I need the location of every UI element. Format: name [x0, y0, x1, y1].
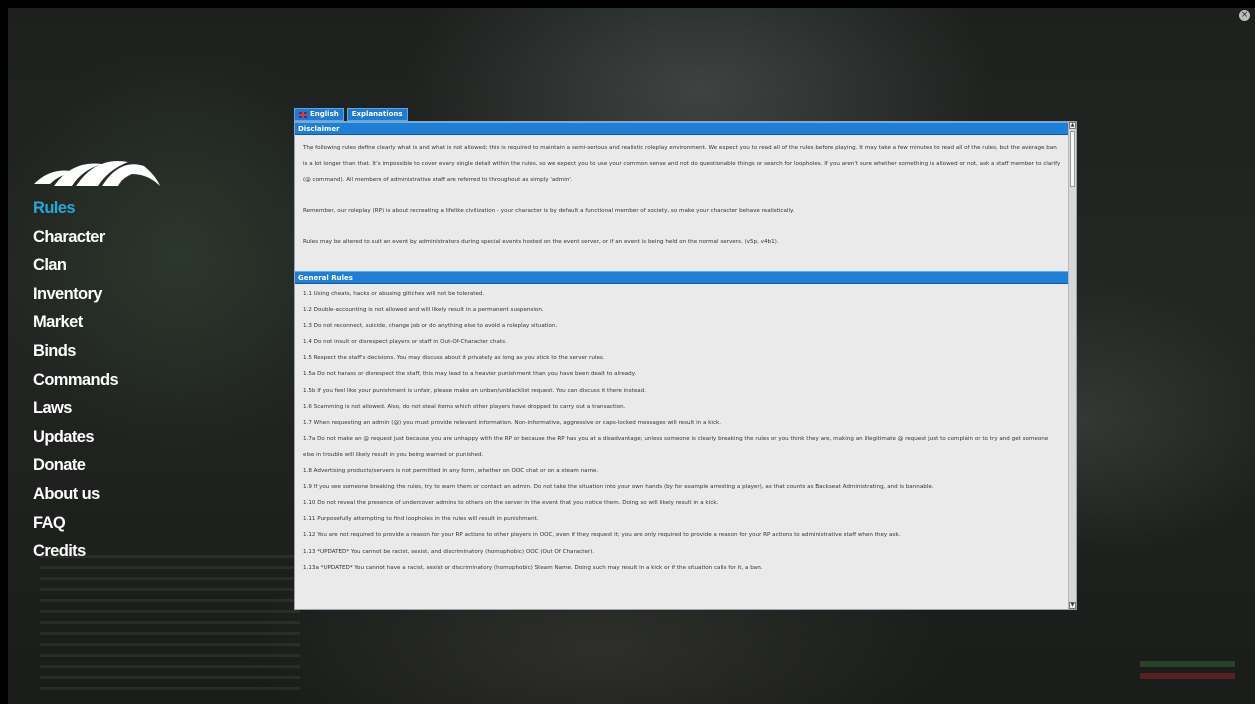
- rule-item: 1.5a Do not harass or disrespect the sta…: [303, 371, 637, 378]
- section-header-general-rules: General Rules: [295, 271, 1069, 284]
- rule-item: 1.2 Double-accounting is not allowed and…: [303, 307, 544, 314]
- rule-item: 1.10 Do not reveal the presence of under…: [303, 500, 719, 507]
- letterbox-left: [0, 0, 8, 704]
- background-chat-overlay: [40, 555, 300, 695]
- disclaimer-paragraph: The following rules define clearly what …: [303, 145, 1061, 184]
- rule-item: 1.6 Scamming is not allowed. Also, do no…: [303, 403, 626, 410]
- language-tabs: English Explanations: [294, 108, 408, 121]
- rules-content[interactable]: Disclaimer The following rules define cl…: [295, 122, 1069, 609]
- scroll-down-arrow-icon[interactable]: ▼: [1069, 602, 1076, 609]
- sidebar-item-binds[interactable]: Binds: [33, 339, 118, 368]
- rule-item: 1.13 *UPDATED* You cannot be racist, sex…: [303, 548, 595, 555]
- disclaimer-paragraph: Remember, our roleplay (RP) is about rec…: [303, 208, 795, 215]
- tab-english[interactable]: English: [294, 108, 344, 121]
- sidebar-item-credits[interactable]: Credits: [33, 539, 118, 568]
- rules-panel: Disclaimer The following rules define cl…: [294, 121, 1077, 610]
- rule-item: 1.7 When requesting an admin (@) you mus…: [303, 419, 722, 426]
- sidebar-item-commands[interactable]: Commands: [33, 368, 119, 397]
- sidebar-item-about-us[interactable]: About us: [33, 482, 118, 511]
- scroll-thumb[interactable]: [1070, 131, 1075, 187]
- rule-item: 1.3 Do not reconnect, suicide, change jo…: [303, 323, 558, 330]
- uk-flag-icon: [299, 111, 307, 118]
- sidebar-item-laws[interactable]: Laws: [33, 396, 118, 425]
- sidebar-nav: Rules Character Clan Inventory Market Binds Co…: [33, 196, 119, 568]
- sidebar-item-faq[interactable]: FAQ: [33, 511, 118, 540]
- sidebar-item-character[interactable]: Character: [33, 225, 118, 254]
- sidebar-item-clan[interactable]: Clan: [33, 253, 118, 282]
- general-rules-list: 1.1 Using cheats, hacks or abusing glitc…: [295, 284, 1069, 576]
- tab-english-label: English: [310, 110, 339, 118]
- sidebar-item-market[interactable]: Market: [33, 310, 118, 339]
- disclaimer-body: The following rules define clearly what …: [295, 135, 1069, 271]
- rule-item: 1.1 Using cheats, hacks or abusing glitc…: [303, 291, 485, 297]
- rule-item: 1.7a Do not make an @ request just becau…: [303, 435, 1049, 458]
- sidebar-item-donate[interactable]: Donate: [33, 453, 118, 482]
- background-hud: [1140, 655, 1235, 693]
- tab-explanations-label: Explanations: [351, 110, 403, 118]
- rule-item: 1.5 Respect the staff's decisions. You m…: [303, 355, 605, 362]
- logo: [34, 161, 160, 186]
- vertical-scrollbar[interactable]: ▲ ▼: [1068, 122, 1076, 609]
- section-header-disclaimer: Disclaimer: [295, 122, 1069, 135]
- game-background: × Rules Character Clan Inventory Market Binds…: [0, 0, 1255, 704]
- rule-item: 1.4 Do not insult or disrespect players …: [303, 339, 507, 346]
- disclaimer-paragraph: Rules may be altered to suit an event by…: [303, 239, 779, 246]
- rule-item: 1.11 Purposefully attempting to find loo…: [303, 516, 539, 523]
- sidebar-item-updates[interactable]: Updates: [33, 425, 118, 454]
- rule-item: 1.5b If you feel like your punishment is…: [303, 387, 647, 394]
- rule-item: 1.9 If you see someone breaking the rule…: [303, 484, 934, 491]
- close-icon[interactable]: ×: [1239, 10, 1250, 21]
- tab-explanations[interactable]: Explanations: [346, 108, 408, 121]
- sidebar-item-inventory[interactable]: Inventory: [33, 282, 118, 311]
- letterbox-top: [0, 0, 1255, 8]
- rule-item: 1.8 Advertising products/servers is not …: [303, 468, 599, 475]
- rule-item: 1.13a *UPDATED* You cannot have a racist…: [303, 564, 763, 571]
- rule-item: 1.12 You are not required to provide a r…: [303, 532, 901, 539]
- scroll-up-arrow-icon[interactable]: ▲: [1069, 122, 1076, 129]
- sidebar-item-rules[interactable]: Rules: [33, 196, 118, 225]
